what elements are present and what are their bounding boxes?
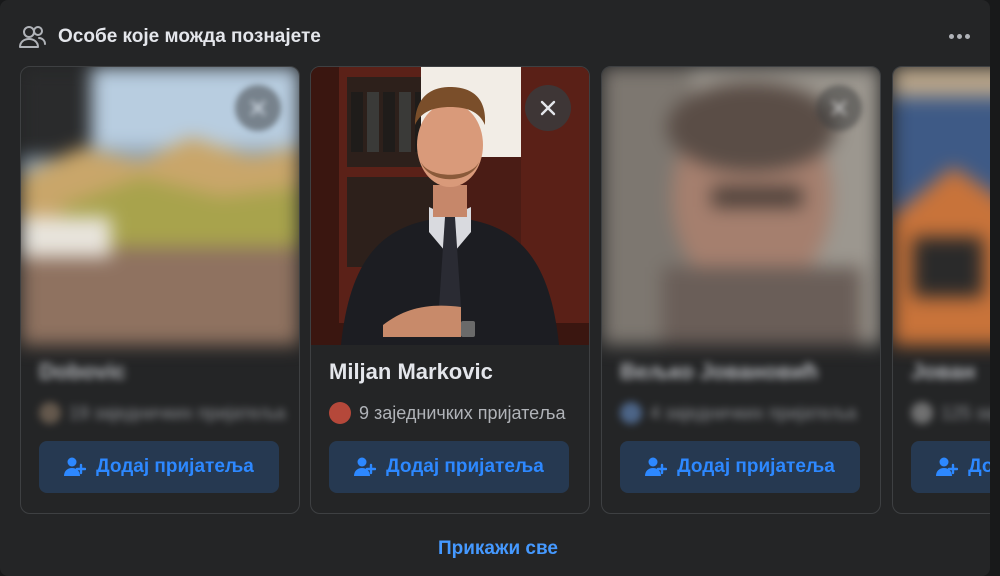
- widget-title: Особе које можда познајете: [58, 26, 321, 47]
- mutual-friends-count: 19 заједничких пријатеља: [69, 402, 286, 423]
- add-friend-button[interactable]: Додај пријатеља: [620, 441, 860, 493]
- suggestion-card: Јован 125 заједничких пријатеља Додај пр…: [892, 66, 990, 514]
- close-icon: [831, 100, 847, 116]
- close-icon: [250, 100, 266, 116]
- show-all-link[interactable]: Прикажи све: [0, 538, 990, 560]
- add-friend-icon: [354, 457, 377, 476]
- dismiss-suggestion-button[interactable]: [235, 85, 281, 131]
- dismiss-suggestion-button[interactable]: [816, 85, 862, 131]
- add-friend-label: Додај пријатеља: [968, 456, 990, 477]
- close-icon: [540, 100, 556, 116]
- mutual-friends: 9 заједничких пријатеља: [329, 401, 566, 425]
- add-friend-button[interactable]: Додај пријатеља: [911, 441, 990, 493]
- mutual-friends: 125 заједничких пријатеља: [911, 401, 990, 425]
- people-icon: [19, 26, 46, 48]
- mutual-friends-count: 9 заједничких пријатеља: [359, 402, 566, 423]
- add-friend-label: Додај пријатеља: [386, 456, 544, 477]
- suggestion-name[interactable]: Miljan Markovic: [329, 359, 493, 385]
- people-you-may-know-widget: Особе које можда познајете Dobovic 19 за…: [0, 0, 990, 576]
- dismiss-suggestion-button[interactable]: [525, 85, 571, 131]
- dot: [956, 33, 962, 39]
- add-friend-icon: [645, 457, 668, 476]
- mutual-friend-avatar: [911, 402, 933, 424]
- add-friend-button[interactable]: Додај пријатеља: [329, 441, 569, 493]
- mutual-friend-avatar: [329, 402, 351, 424]
- profile-photo[interactable]: [893, 67, 990, 345]
- suggestions-carousel: Dobovic 19 заједничких пријатеља Додај п…: [0, 66, 990, 514]
- suggestion-name[interactable]: Вељко Јовановић: [620, 359, 818, 385]
- suggestion-card: Miljan Markovic 9 заједничких пријатеља …: [310, 66, 590, 514]
- suggestion-card: Вељко Јовановић 4 заједничких пријатеља …: [601, 66, 881, 514]
- mutual-friends-count: 125 заједничких пријатеља: [941, 402, 990, 423]
- suggestion-name[interactable]: Dobovic: [39, 359, 126, 385]
- dot: [948, 33, 954, 39]
- mutual-friend-avatar: [620, 402, 642, 424]
- mutual-friends-count: 4 заједничких пријатеља: [650, 402, 857, 423]
- mutual-friend-avatar: [39, 402, 61, 424]
- more-options-icon[interactable]: [942, 24, 976, 48]
- add-friend-label: Додај пријатеља: [96, 456, 254, 477]
- add-friend-icon: [64, 457, 87, 476]
- mutual-friends: 19 заједничких пријатеља: [39, 401, 286, 425]
- widget-header: Особе које можда познајете: [18, 22, 321, 52]
- dot: [964, 33, 970, 39]
- suggestion-card: Dobovic 19 заједничких пријатеља Додај п…: [20, 66, 300, 514]
- add-friend-icon: [936, 457, 959, 476]
- add-friend-button[interactable]: Додај пријатеља: [39, 441, 279, 493]
- add-friend-label: Додај пријатеља: [677, 456, 835, 477]
- suggestion-name[interactable]: Јован: [911, 359, 975, 385]
- mutual-friends: 4 заједничких пријатеља: [620, 401, 857, 425]
